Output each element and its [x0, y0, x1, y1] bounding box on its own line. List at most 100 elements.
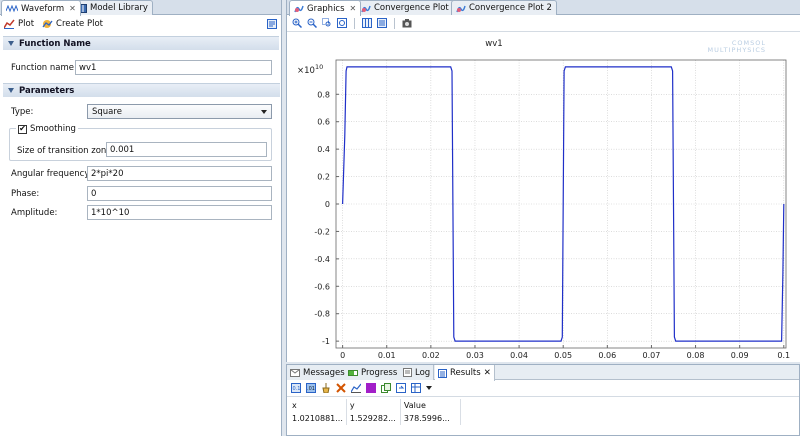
chart-title: wv1 — [485, 39, 502, 49]
y-tick-label: 0.6 — [317, 118, 330, 127]
function-name-input[interactable]: wv1 — [75, 60, 272, 75]
create-plot-icon — [42, 20, 53, 28]
graphics-icon — [294, 5, 304, 13]
camera-icon[interactable] — [402, 18, 412, 28]
show-legends-icon[interactable] — [377, 18, 387, 28]
collapse-icon — [8, 41, 14, 46]
chevron-down-icon — [261, 110, 267, 114]
transition-zone-label: Size of transition zone: — [17, 146, 115, 156]
waveform-chart[interactable]: wv1 ×1010 0 0.01 0.02 0.03 0.04 0.05 0.06 0.07 0… — [287, 33, 799, 361]
chart-grid — [336, 60, 786, 348]
function-name-section-title: Function Name — [19, 38, 91, 49]
x-tick-label: 0.07 — [643, 351, 661, 360]
log-icon — [403, 368, 412, 377]
phase-input[interactable]: 0 — [87, 186, 272, 201]
tab-waveform[interactable]: Waveform ✕ — [1, 0, 81, 16]
zoom-out-icon[interactable] — [307, 18, 317, 28]
show-grid-icon[interactable] — [362, 18, 372, 28]
delete-icon[interactable] — [336, 383, 346, 393]
graphics-panel: Graphics ✕ Convergence Plot 1 Convergenc… — [286, 0, 800, 362]
x-tick-label: 0.06 — [598, 351, 616, 360]
zoom-box-icon[interactable] — [322, 18, 332, 28]
tab-convergence-plot-2[interactable]: Convergence Plot 2 — [451, 0, 557, 15]
column-header-y[interactable]: y — [346, 399, 401, 412]
plot-button[interactable]: Plot — [4, 19, 34, 29]
function-name-section-header[interactable]: Function Name — [3, 36, 279, 50]
left-tab-bar: Waveform ✕ Model Library — [0, 0, 281, 16]
table-format-icon[interactable]: 0.1 — [291, 383, 301, 393]
close-icon[interactable]: ✕ — [350, 4, 357, 13]
tab-convergence-plot-2-label: Convergence Plot 2 — [469, 3, 552, 13]
results-icon — [438, 368, 447, 378]
tab-model-library[interactable]: Model Library — [72, 0, 153, 15]
x-tick-label: 0.04 — [510, 351, 528, 360]
close-icon[interactable]: ✕ — [484, 368, 491, 378]
waveform-icon — [6, 4, 18, 12]
x-tick-label: 0.05 — [554, 351, 572, 360]
tab-convergence-plot-1[interactable]: Convergence Plot 1 — [356, 0, 462, 15]
exponent-label: ×1010 — [297, 63, 323, 76]
amplitude-label: Amplitude: — [11, 208, 58, 218]
x-axis-ticks: 0 0.01 0.02 0.03 0.04 0.05 0.06 0.07 0.08 0.09 0.1 — [340, 345, 790, 360]
table-layout-icon[interactable] — [411, 383, 421, 393]
type-select[interactable]: Square — [87, 104, 272, 119]
y-tick-label: -0.2 — [314, 227, 330, 236]
function-name-label: Function name: — [11, 63, 77, 73]
y-tick-label: -0.4 — [314, 255, 330, 264]
parameters-section-header[interactable]: Parameters — [3, 83, 280, 97]
plot-icon — [4, 19, 15, 29]
clean-icon[interactable] — [321, 383, 331, 393]
x-tick-label: 0.01 — [378, 351, 396, 360]
full-precision-icon[interactable]: .01 — [306, 383, 316, 393]
plot-tab-icon — [361, 5, 371, 12]
help-icon[interactable] — [267, 19, 277, 29]
cell-y: 1.529282... — [346, 412, 401, 425]
tab-graphics[interactable]: Graphics ✕ — [289, 0, 362, 16]
x-tick-label: 0 — [340, 351, 345, 360]
messages-icon — [290, 368, 300, 377]
smoothing-checkbox[interactable]: ✔ Smoothing — [16, 124, 78, 134]
results-toolbar: 0.1 .01 — [287, 380, 799, 397]
tab-messages[interactable]: Messages — [287, 365, 349, 380]
y-tick-label: 0.8 — [317, 90, 330, 99]
export-icon[interactable] — [396, 383, 406, 393]
tab-progress-label: Progress — [361, 367, 398, 378]
phase-label: Phase: — [11, 189, 40, 199]
cell-value: 378.5996... — [400, 412, 461, 425]
type-select-value: Square — [92, 106, 122, 117]
color-table-icon[interactable] — [366, 383, 376, 393]
bottom-tab-bar: Messages Progress Log Results ✕ — [287, 365, 799, 381]
column-header-value[interactable]: Value — [400, 399, 461, 412]
table-row[interactable]: 1.0210881... 1.529282... 378.5996... — [289, 412, 461, 425]
plot-button-label: Plot — [18, 19, 35, 29]
tab-model-library-label: Model Library — [90, 3, 148, 13]
amplitude-input[interactable]: 1*10^10 — [87, 205, 272, 220]
y-axis-ticks: -1 -0.8 -0.6 -0.4 -0.2 0 0.2 0.4 0.6 0.8 — [314, 90, 339, 346]
tab-log[interactable]: Log — [400, 365, 435, 380]
exponent-base: ×10 — [297, 66, 315, 76]
toolbar-separator — [354, 17, 355, 29]
tab-waveform-label: Waveform — [21, 3, 65, 14]
copy-table-icon[interactable] — [381, 383, 391, 393]
chevron-down-icon[interactable] — [426, 386, 432, 390]
progress-icon — [348, 369, 358, 376]
close-icon[interactable]: ✕ — [69, 4, 76, 13]
transition-zone-input[interactable]: 0.001 — [106, 142, 267, 157]
x-tick-label: 0.1 — [777, 351, 790, 360]
tab-results[interactable]: Results ✕ — [435, 365, 495, 381]
cell-x: 1.0210881... — [289, 412, 347, 425]
settings-panel: Waveform ✕ Model Library Plot Create Plo… — [0, 0, 282, 436]
zoom-extents-icon[interactable] — [337, 18, 347, 28]
plot-tab-icon — [456, 5, 466, 12]
column-header-x[interactable]: x — [289, 399, 347, 412]
create-plot-button[interactable]: Create Plot — [42, 19, 103, 29]
parameters-section-title: Parameters — [19, 85, 75, 96]
tab-convergence-plot-1-label: Convergence Plot 1 — [374, 3, 457, 13]
tab-progress[interactable]: Progress — [345, 365, 402, 380]
plot-table-icon[interactable] — [351, 383, 361, 393]
svg-text:.01: .01 — [307, 386, 315, 392]
zoom-in-icon[interactable] — [292, 18, 302, 28]
graphics-tab-bar: Graphics ✕ Convergence Plot 1 Convergenc… — [287, 0, 800, 16]
smoothing-label: Smoothing — [30, 124, 76, 134]
angular-frequency-input[interactable]: 2*pi*20 — [87, 166, 272, 181]
